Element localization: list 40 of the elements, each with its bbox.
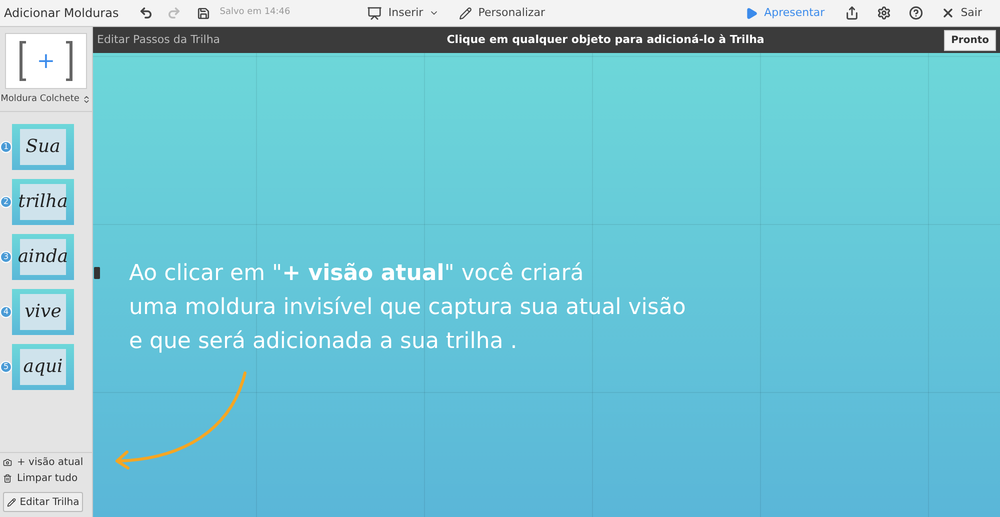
instruction-text: Ao clicar em "+ visão atual" você criará uma moldura invisível que captura sua atual visão e que será adicionada a sua trilha . bbox=[129, 260, 686, 356]
plus-symbol: + bbox=[36, 48, 56, 76]
document-title: Adicionar Molduras bbox=[4, 5, 119, 22]
sort-arrows-icon bbox=[82, 95, 92, 104]
step-thumbnail[interactable]: trilha bbox=[12, 178, 74, 224]
frame-type-select[interactable]: Moldura Colchete bbox=[0, 93, 92, 106]
step-number-badge: 1 bbox=[0, 140, 12, 152]
share-icon[interactable] bbox=[844, 6, 859, 20]
undo-icon[interactable] bbox=[138, 6, 153, 20]
canvas-handle[interactable] bbox=[94, 267, 100, 279]
edit-bar-hint: Clique em qualquer objeto para adicioná-lo à Trilha bbox=[446, 32, 766, 48]
step-number-badge: 2 bbox=[0, 196, 12, 208]
done-button[interactable]: Pronto bbox=[944, 30, 996, 50]
help-icon[interactable] bbox=[908, 6, 923, 20]
left-bracket-icon bbox=[18, 41, 27, 81]
step-thumbnail[interactable]: ainda bbox=[12, 234, 74, 280]
step-thumbnail[interactable]: aqui bbox=[12, 344, 74, 390]
presentation-icon bbox=[367, 6, 382, 20]
pencil-icon bbox=[459, 6, 472, 20]
step-thumbnail[interactable]: vive bbox=[12, 288, 74, 334]
step-number-badge: 3 bbox=[0, 250, 12, 262]
settings-icon[interactable] bbox=[876, 6, 891, 20]
pencil-icon bbox=[6, 498, 16, 506]
step-thumbnail[interactable]: Sua bbox=[12, 124, 74, 170]
right-bracket-icon bbox=[65, 41, 74, 81]
customize-button[interactable]: Personalizar bbox=[459, 4, 546, 22]
clear-all-button[interactable]: Limpar tudo bbox=[3, 471, 89, 486]
save-status: Salvo em 14:46 bbox=[220, 6, 290, 20]
edit-bar-title: Editar Passos da Trilha bbox=[97, 32, 222, 48]
insert-button[interactable]: Inserir bbox=[367, 4, 440, 22]
save-icon[interactable] bbox=[196, 6, 210, 20]
step-number-badge: 5 bbox=[0, 360, 12, 372]
camera-icon bbox=[3, 458, 12, 467]
close-icon bbox=[940, 6, 955, 20]
trash-icon bbox=[3, 474, 12, 483]
add-current-view-button[interactable]: + visão atual bbox=[3, 455, 89, 470]
edit-path-button[interactable]: Editar Trilha bbox=[3, 492, 83, 512]
exit-button[interactable]: Sair bbox=[940, 4, 982, 22]
play-icon bbox=[745, 6, 758, 20]
step-number-badge: 4 bbox=[0, 306, 12, 318]
